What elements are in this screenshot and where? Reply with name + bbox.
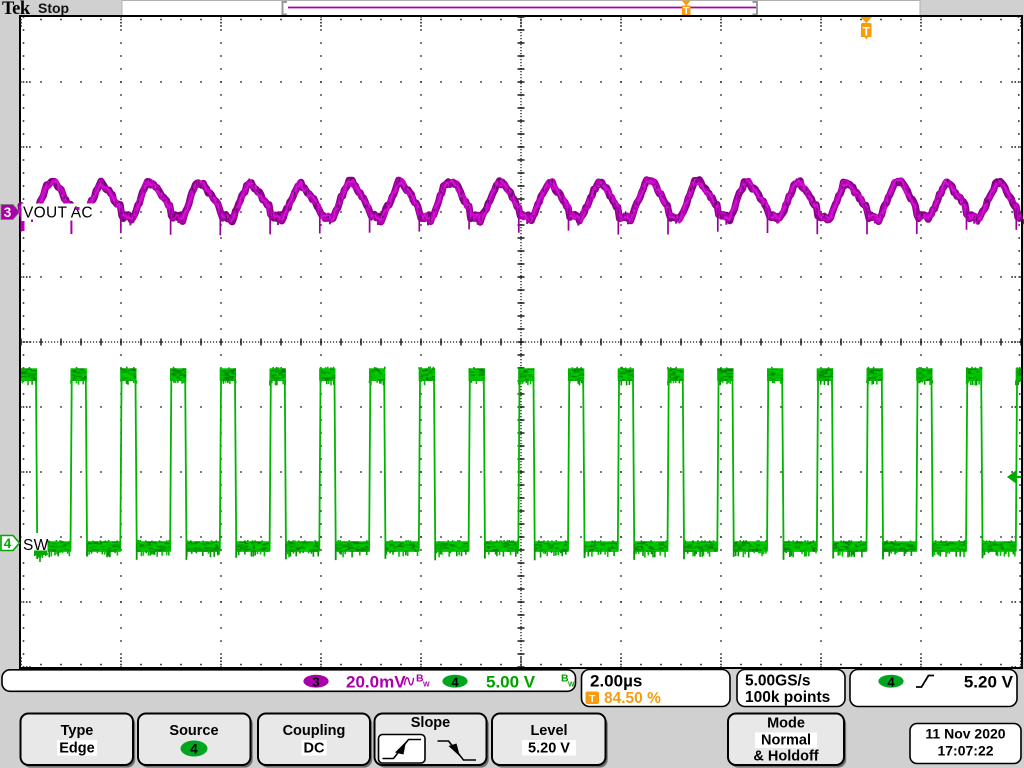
- svg-text:5.20 V: 5.20 V: [528, 741, 570, 757]
- svg-text:17:07:22: 17:07:22: [937, 743, 993, 759]
- svg-text:20.0mV: 20.0mV: [346, 672, 406, 691]
- svg-text:VOUT AC: VOUT AC: [23, 205, 93, 222]
- svg-text:W: W: [568, 682, 575, 689]
- svg-text:4: 4: [887, 674, 895, 689]
- svg-text:Slope: Slope: [411, 715, 450, 731]
- svg-text:5.00 V: 5.00 V: [486, 672, 536, 691]
- svg-text:4: 4: [190, 742, 198, 757]
- svg-text:3: 3: [4, 205, 12, 220]
- svg-text:5.20 V: 5.20 V: [964, 673, 1014, 692]
- svg-text:Level: Level: [530, 723, 567, 739]
- svg-text:W: W: [423, 682, 430, 689]
- svg-text:Type: Type: [61, 723, 94, 739]
- svg-text:Stop: Stop: [38, 0, 69, 16]
- svg-text:Source: Source: [169, 723, 218, 739]
- svg-text:Normal: Normal: [761, 733, 811, 749]
- svg-text:2.00µs: 2.00µs: [590, 672, 642, 691]
- svg-text:84.50 %: 84.50 %: [604, 690, 661, 707]
- svg-text:& Holdoff: & Holdoff: [753, 749, 818, 765]
- svg-text:5.00GS/s: 5.00GS/s: [745, 673, 811, 690]
- svg-text:Edge: Edge: [59, 741, 94, 757]
- svg-text:4: 4: [451, 674, 459, 689]
- svg-text:3: 3: [312, 674, 319, 689]
- svg-text:DC: DC: [304, 741, 325, 757]
- svg-text:T: T: [589, 693, 596, 705]
- svg-text:T: T: [863, 24, 871, 38]
- svg-text:11 Nov 2020: 11 Nov 2020: [925, 726, 1005, 742]
- svg-text:Mode: Mode: [767, 716, 805, 732]
- svg-text:Coupling: Coupling: [283, 723, 346, 739]
- svg-text:4: 4: [4, 536, 12, 551]
- svg-text:100k points: 100k points: [745, 689, 830, 706]
